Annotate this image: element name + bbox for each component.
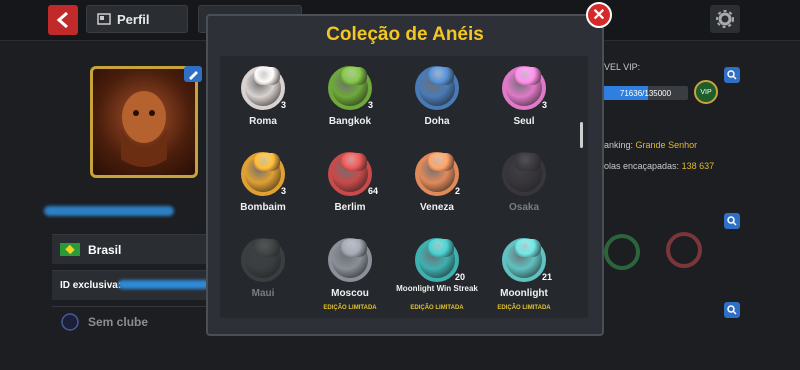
limited-edition-label: EDIÇÃO LIMITADA [323, 305, 377, 311]
modal-title: Coleção de Anéis [326, 24, 484, 45]
chevron-left-icon [56, 11, 68, 29]
gear-icon [716, 10, 734, 28]
ring-icon [415, 66, 459, 110]
ring-icon [328, 66, 372, 110]
ring-card[interactable]: Doha [394, 60, 480, 146]
close-icon: ✕ [592, 7, 606, 24]
vip-progress-bar: 71636/135000 [603, 86, 688, 100]
club-name: Sem clube [88, 314, 149, 329]
brazil-flag-icon [60, 243, 80, 256]
ring-icon [502, 238, 546, 282]
tab-profile-label: Perfil [117, 11, 150, 27]
avatar[interactable] [90, 66, 198, 178]
ring-icon [502, 152, 546, 196]
profile-card-icon [97, 13, 111, 25]
tab-profile[interactable]: Perfil [86, 5, 188, 33]
ring-count: 3 [368, 100, 374, 110]
search-icon [727, 305, 737, 315]
pencil-icon [189, 71, 198, 80]
search-icon [727, 216, 737, 226]
player-id-redacted [118, 280, 210, 289]
ring-icon [328, 152, 372, 196]
ring-card[interactable]: Moscou EDIÇÃO LIMITADA [307, 232, 393, 318]
ring-name: Bangkok [328, 116, 372, 127]
ring-count: 2 [455, 186, 461, 196]
scrollbar[interactable] [580, 122, 583, 148]
ring-count: 64 [368, 186, 379, 196]
vip-info-button[interactable] [724, 67, 740, 83]
ranking-value: Grande Senhor [635, 140, 698, 150]
ring-name: Veneza [420, 202, 454, 213]
rings-info-button[interactable] [724, 213, 740, 229]
ring-card[interactable]: Osaka [481, 146, 567, 232]
pocketed-value: 138 637 [681, 161, 715, 171]
background-ring-icon [666, 232, 702, 268]
back-button[interactable] [48, 5, 78, 35]
settings-button[interactable] [710, 5, 740, 33]
ring-card[interactable]: 3 Roma [220, 60, 306, 146]
club-row[interactable]: Sem clube [52, 306, 208, 336]
ring-name: Seul [513, 116, 535, 127]
ring-name: Berlim [334, 202, 366, 213]
pocketed-row: olas encaçapadas: 138 637 [604, 161, 714, 171]
ring-card[interactable]: Maui [220, 232, 306, 318]
ring-icon [241, 152, 285, 196]
search-icon [727, 70, 737, 80]
id-label: ID exclusiva: [60, 280, 122, 291]
ring-name: Maui [251, 288, 275, 299]
ring-card[interactable]: 2 Veneza [394, 146, 480, 232]
warrior-portrait-icon [121, 91, 167, 167]
ring-name: Osaka [508, 202, 540, 213]
vip-progress-text: 71636/135000 [619, 88, 672, 98]
ring-name: Doha [424, 116, 450, 127]
ring-icon [241, 238, 285, 282]
club-emblem-icon [61, 312, 79, 331]
trophies-info-button[interactable] [724, 302, 740, 318]
background-ring-icon [604, 234, 640, 270]
country-name: Brasil [88, 242, 122, 257]
ring-name: Moonlight [500, 288, 548, 299]
ring-card[interactable]: 3 Bangkok [307, 60, 393, 146]
limited-edition-label: EDIÇÃO LIMITADA [410, 305, 464, 311]
ring-card[interactable]: 3 Seul [481, 60, 567, 146]
vip-level-label: VEL VIP: [604, 62, 641, 72]
ring-card[interactable]: 64 Berlim [307, 146, 393, 232]
ranking-label: anking: [604, 140, 634, 150]
ring-count: 3 [542, 100, 548, 110]
pocketed-label: olas encaçapadas: [604, 161, 680, 171]
ring-card[interactable]: 3 Bombaim [220, 146, 306, 232]
ring-icon [502, 66, 546, 110]
ring-grid: 3 Roma 3 Bangkok Doha 3 Seul 3 Bombaim 64 Berlim 2 V… [220, 56, 588, 318]
ring-card[interactable]: 21 Moonlight EDIÇÃO LIMITADA [481, 232, 567, 318]
ring-name: Moonlight Win Streak [396, 284, 478, 293]
edit-avatar-button[interactable] [184, 66, 202, 82]
player-name-redacted [44, 206, 174, 216]
ring-count: 3 [281, 186, 287, 196]
vip-badge-icon: VIP [694, 80, 718, 104]
ring-icon [415, 238, 459, 282]
ring-name: Moscou [331, 288, 369, 299]
ring-card[interactable]: 20 Moonlight Win Streak EDIÇÃO LIMITADA [394, 232, 480, 318]
ring-name: Roma [249, 116, 277, 127]
country-row: Brasil [52, 234, 208, 264]
ring-count: 21 [542, 272, 553, 282]
ring-count: 3 [281, 100, 287, 110]
ranking-row: anking: Grande Senhor [604, 140, 697, 150]
ring-icon [415, 152, 459, 196]
vip-badge-text: VIP [700, 88, 712, 96]
ring-icon [328, 238, 372, 282]
close-button[interactable]: ✕ [586, 2, 612, 28]
ring-icon [241, 66, 285, 110]
ring-name: Bombaim [240, 202, 286, 213]
limited-edition-label: EDIÇÃO LIMITADA [497, 305, 551, 311]
ring-count: 20 [455, 272, 466, 282]
